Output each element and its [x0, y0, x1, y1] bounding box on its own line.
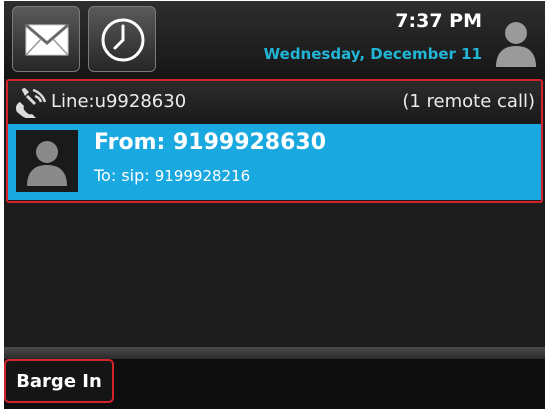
barge-in-button[interactable]: Barge In [4, 359, 114, 403]
remote-call-item[interactable]: From: 9199928630 To: sip: 9199928216 [8, 124, 541, 200]
phone-handset-icon [16, 88, 47, 118]
call-history-button[interactable] [88, 6, 156, 72]
current-date: Wednesday, December 11 [263, 45, 482, 63]
to-prefix: To: sip: [94, 166, 150, 185]
softkey-divider [4, 347, 545, 359]
envelope-icon [25, 23, 69, 56]
callee-to: To: sip: 9199928216 [94, 166, 250, 185]
to-number: 9199928216 [154, 167, 251, 185]
line-entry[interactable]: Line:u9928630 (1 remote call) From: 9199… [6, 79, 543, 203]
softkey-bar: Barge In [4, 359, 545, 409]
remote-call-count: (1 remote call) [402, 91, 535, 112]
caller-avatar-icon [16, 130, 78, 192]
messages-button[interactable] [12, 6, 80, 72]
clock-icon [101, 18, 145, 62]
status-header: 7:37 PM Wednesday, December 11 [4, 1, 545, 77]
line-label: Line:u9928630 [51, 91, 187, 112]
line-header[interactable]: Line:u9928630 (1 remote call) [8, 81, 541, 123]
phone-screen: 7:37 PM Wednesday, December 11 Line:u992… [4, 1, 545, 409]
call-list: Line:u9928630 (1 remote call) From: 9199… [4, 79, 545, 347]
clock-time: 7:37 PM [395, 10, 482, 32]
caller-from: From: 9199928630 [94, 130, 327, 155]
user-avatar-icon [496, 22, 536, 67]
